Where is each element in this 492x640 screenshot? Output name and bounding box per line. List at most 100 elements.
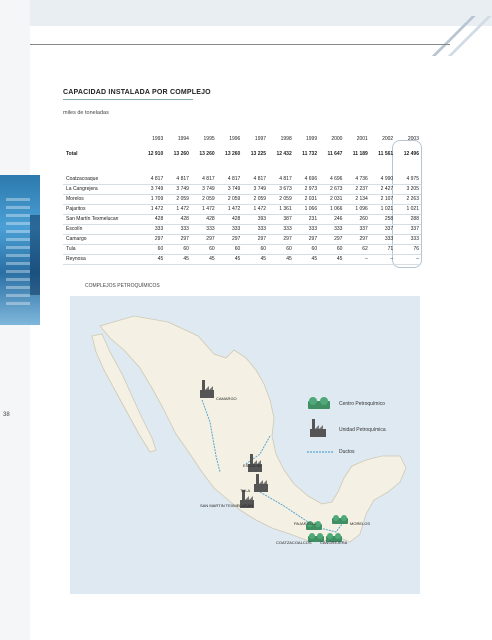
capacity-cell: 4 817 (139, 174, 166, 185)
year-header: 1996 (229, 136, 241, 142)
ducto-legend-icon (307, 451, 334, 453)
capacity-cell: 231 (293, 214, 320, 225)
capacity-cell: – (395, 254, 421, 265)
city-coatzacoalcos: COATZACOALCOS (276, 540, 312, 545)
capacity-cell: 1 472 (165, 204, 191, 215)
city-pajaritos: PAJARITOS (294, 521, 316, 526)
total-cell: 13 260 (199, 151, 215, 157)
capacity-cell: 2 427 (369, 184, 396, 195)
capacity-cell: 45 (165, 254, 191, 265)
centro-legend-icon (308, 397, 330, 409)
total-cell: 12 910 (147, 151, 164, 157)
total-cell: 13 260 (173, 151, 189, 157)
capacity-cell: 45 (216, 254, 243, 265)
capacity-cell: 297 (190, 234, 217, 245)
capacity-cell: 60 (268, 244, 294, 255)
capacity-cell: 60 (190, 244, 217, 255)
capacity-cell: 428 (190, 214, 217, 225)
decorative-corner (432, 16, 492, 56)
total-cell: 12 432 (276, 151, 292, 157)
table-row: Camargo 297 297 297 297 297 297 297 297 297 333 333 (63, 234, 421, 245)
capacity-cell: 2 059 (190, 194, 217, 205)
year-header: 2003 (407, 136, 419, 142)
capacity-cell: 1 472 (190, 204, 217, 215)
capacity-cell: 297 (242, 234, 269, 245)
section-title: CAPACIDAD INSTALADA POR COMPLEJO (63, 89, 211, 96)
table-row: Reynosa 45 45 45 45 45 45 45 45– – – (63, 254, 421, 265)
capacity-cell: 1 066 (319, 204, 345, 215)
capacity-cell: 71 (369, 244, 396, 255)
year-header: 2002 (382, 136, 394, 142)
city-tula: TULA (240, 488, 251, 493)
capacity-cell: 3 749 (139, 184, 166, 195)
capacity-cell: 333 (395, 234, 421, 245)
capacity-cell: 76 (395, 244, 421, 255)
legend-centro-label: Centro Petroquímico (339, 401, 385, 407)
capacity-cell: – (369, 254, 396, 265)
table-row: San Martín Texmelucan 428 428 428 428 393 387 2… (63, 214, 421, 225)
total-cell: 13 225 (250, 151, 267, 157)
capacity-cell: 246 (319, 214, 345, 225)
capacity-cell: 333 (369, 234, 396, 245)
capacity-cell: 60 (216, 244, 243, 255)
capacity-cell: 297 (268, 234, 294, 245)
capacity-cell: 4 817 (190, 174, 217, 185)
year-header: 2000 (331, 136, 343, 142)
capacity-cell: 45 (190, 254, 217, 265)
complex-name: Reynosa (63, 254, 140, 265)
capacity-cell: 1 709 (139, 194, 166, 205)
capacity-cell: 4 817 (165, 174, 191, 185)
capacity-cell: 4 817 (216, 174, 243, 185)
complex-name: Tula (63, 244, 140, 255)
capacity-cell: 3 205 (395, 184, 421, 195)
capacity-cell: 2 059 (268, 194, 294, 205)
capacity-cell: – (344, 254, 370, 265)
page-number: 38 (3, 412, 10, 418)
capacity-cell: 2 059 (165, 194, 191, 205)
capacity-cell: 2 107 (369, 194, 396, 205)
complex-name: Escolín (63, 224, 140, 235)
capacity-cell: 2 059 (242, 194, 269, 205)
total-row: Total 12 910 13 260 13 260 13 260 13 225… (63, 146, 421, 162)
capacity-cell: 1 021 (395, 204, 421, 215)
year-header: 1993 (152, 136, 164, 142)
complex-name: Coatzacoaque (63, 174, 140, 185)
city-camargo: CAMARGO (216, 396, 237, 401)
city-cangrejera: CANGREJERA (320, 540, 348, 545)
year-header: 1995 (203, 136, 215, 142)
total-cell: 11 732 (302, 151, 318, 157)
capacity-cell: 2 673 (319, 184, 345, 195)
capacity-cell: 3 749 (242, 184, 269, 195)
capacity-cell: 45 (139, 254, 166, 265)
year-header: 1998 (280, 136, 292, 142)
legend-ductos: Ductos (306, 443, 426, 463)
capacity-cell: 2 237 (344, 184, 370, 195)
complex-name: Morelos (63, 194, 140, 205)
capacity-cell: 1 021 (369, 204, 396, 215)
units-subtitle: miles de toneladas (63, 110, 109, 116)
side-photo (0, 175, 40, 325)
capacity-cell: 1 472 (139, 204, 166, 215)
capacity-cell: 387 (268, 214, 294, 225)
total-cell: 11 561 (378, 151, 394, 157)
capacity-cell: 2 973 (293, 184, 320, 195)
capacity-cell: 333 (293, 224, 320, 235)
city-san-martin: SAN MARTIN TEXMELUCAN (200, 503, 253, 508)
capacity-cell: 428 (139, 214, 166, 225)
total-cell: 13 260 (225, 151, 241, 157)
complex-name: San Martín Texmelucan (63, 214, 140, 225)
total-cell: 11 189 (352, 151, 368, 157)
total-label: Total (66, 151, 78, 157)
capacity-cell: 2 059 (216, 194, 243, 205)
city-morelos: MORELOS (350, 521, 371, 526)
capacity-cell: 4 696 (319, 174, 345, 185)
table-row: Coatzacoaque 4 817 4 817 4 817 4 817 4 817 4 8… (63, 174, 421, 185)
capacity-cell: 288 (395, 214, 421, 225)
total-cell: 12 496 (403, 151, 419, 157)
capacity-cell: 1 361 (268, 204, 294, 215)
table-row: Escolín 333 333 333 333 333 333 333 333 337 337 337 (63, 224, 421, 235)
capacity-cell: 62 (344, 244, 370, 255)
capacity-cell: 333 (165, 224, 191, 235)
legend-ductos-label: Ductos (339, 449, 355, 455)
legend-unidad: Unidad Petroquímica (306, 419, 426, 439)
